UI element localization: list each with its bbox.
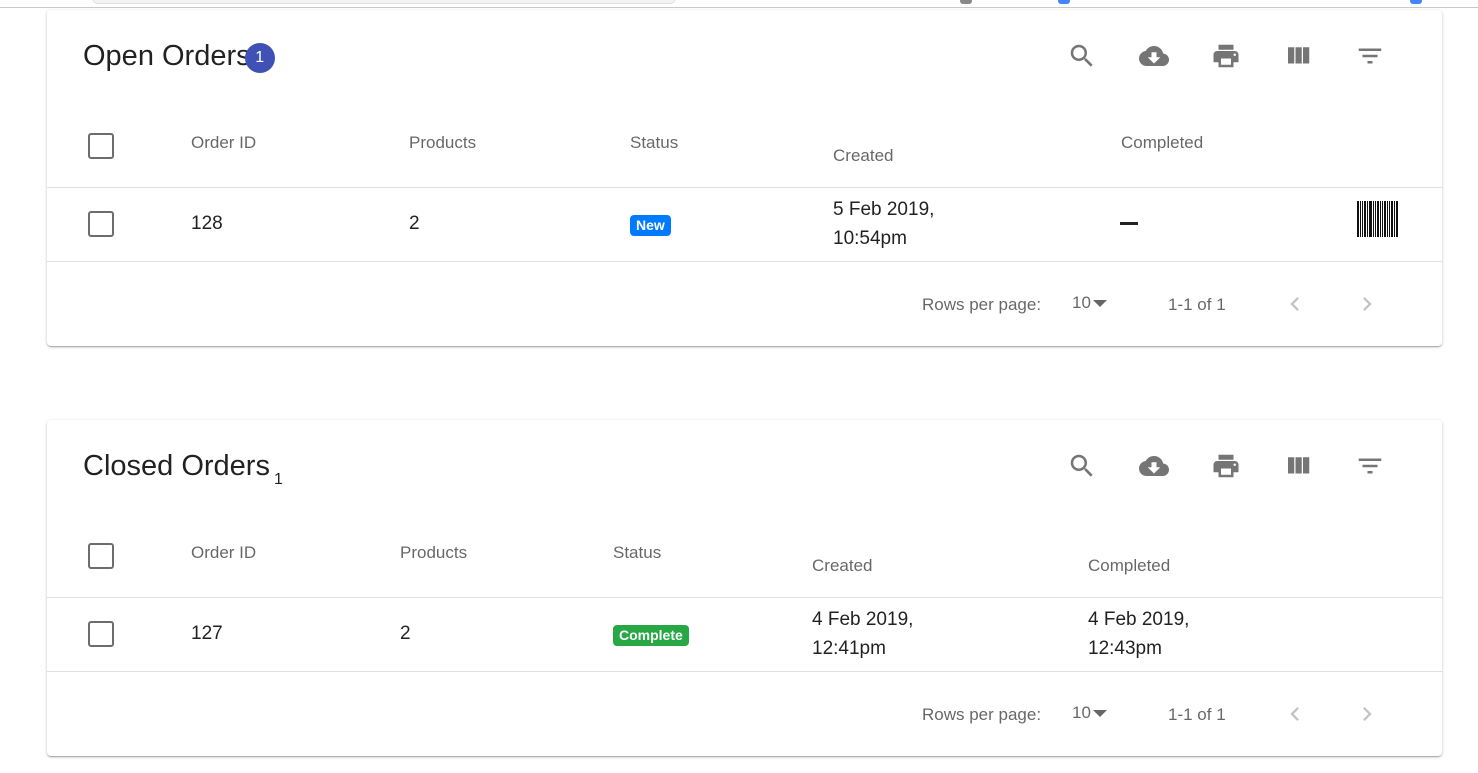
completed-date: 4 Feb 2019, xyxy=(1088,609,1190,630)
table-pagination: Rows per page: 10 1-1 of 1 xyxy=(47,262,1442,346)
chevron-right-icon xyxy=(1363,707,1372,721)
status-badge: Complete xyxy=(613,625,689,646)
view-columns-button[interactable] xyxy=(1274,446,1322,486)
column-header-completed[interactable]: Completed xyxy=(1121,133,1203,153)
row-checkbox[interactable] xyxy=(88,621,114,647)
card-title-text: Closed Orders xyxy=(83,450,270,482)
cloud-download-icon xyxy=(1139,46,1169,66)
pagination-range: 1-1 of 1 xyxy=(1168,705,1226,724)
rows-per-page-select[interactable]: 10 xyxy=(1072,703,1107,723)
created-cell: 4 Feb 2019, 12:41pm xyxy=(812,605,913,663)
order-id-cell: 127 xyxy=(191,623,223,644)
table-pagination: Rows per page: 10 1-1 of 1 xyxy=(47,672,1442,756)
pagination-range: 1-1 of 1 xyxy=(1168,295,1226,314)
table-header: Order ID Products Status Created Complet… xyxy=(47,100,1442,188)
open-orders-title: Open Orders 1 xyxy=(83,38,275,74)
row-checkbox[interactable] xyxy=(88,211,114,237)
status-badge: New xyxy=(630,215,671,236)
rows-per-page-value: 10 xyxy=(1072,703,1091,722)
table-toolbar xyxy=(1034,36,1394,76)
column-header-completed[interactable]: Completed xyxy=(1088,556,1170,576)
column-header-status[interactable]: Status xyxy=(630,133,678,153)
rows-per-page-value: 10 xyxy=(1072,293,1091,312)
view-column-icon xyxy=(1288,47,1310,64)
products-cell: 2 xyxy=(400,623,411,644)
column-header-order-id[interactable]: Order ID xyxy=(191,543,256,563)
barcode-icon[interactable] xyxy=(1357,201,1399,237)
closed-orders-card: Closed Orders 1 Order ID Products Status… xyxy=(47,420,1442,756)
completed-time: 12:43pm xyxy=(1088,638,1162,659)
search-button[interactable] xyxy=(1058,446,1106,486)
next-page-button[interactable] xyxy=(1353,290,1381,318)
search-button[interactable] xyxy=(1058,36,1106,76)
filter-list-icon xyxy=(1358,48,1382,64)
order-count-badge: 1 xyxy=(244,43,275,73)
rows-per-page-label: Rows per page: xyxy=(922,295,1042,314)
column-header-status[interactable]: Status xyxy=(613,543,661,563)
filter-list-icon xyxy=(1358,458,1382,474)
toolbar-tick xyxy=(960,0,972,4)
toolbar-tick xyxy=(1410,0,1422,4)
table-row[interactable]: 127 2 Complete 4 Feb 2019, 12:41pm 4 Feb… xyxy=(47,598,1442,672)
rows-per-page-label: Rows per page: xyxy=(922,705,1042,724)
closed-orders-title: Closed Orders 1 xyxy=(83,448,283,498)
products-cell: 2 xyxy=(409,213,420,234)
print-button[interactable] xyxy=(1202,446,1250,486)
chevron-left-icon xyxy=(1290,297,1299,311)
table-row[interactable]: 128 2 New 5 Feb 2019, 10:54pm xyxy=(47,188,1442,262)
table-header: Order ID Products Status Created Complet… xyxy=(47,510,1442,598)
card-title-text: Open Orders xyxy=(83,40,251,72)
order-count: 1 xyxy=(273,471,283,488)
print-icon xyxy=(1213,454,1239,478)
download-csv-button[interactable] xyxy=(1130,446,1178,486)
column-header-products[interactable]: Products xyxy=(400,543,467,563)
created-time: 10:54pm xyxy=(833,228,907,249)
cloud-download-icon xyxy=(1139,456,1169,476)
table-toolbar xyxy=(1034,446,1394,486)
column-header-created[interactable]: Created xyxy=(833,146,893,166)
dropdown-arrow-icon xyxy=(1092,299,1107,307)
view-column-icon xyxy=(1288,457,1310,474)
top-strip xyxy=(0,0,1478,8)
download-csv-button[interactable] xyxy=(1130,36,1178,76)
completed-cell: 4 Feb 2019, 12:43pm xyxy=(1088,605,1189,663)
created-date: 5 Feb 2019, xyxy=(833,199,935,220)
rows-per-page-select[interactable]: 10 xyxy=(1072,293,1107,313)
next-page-button[interactable] xyxy=(1353,700,1381,728)
column-header-products[interactable]: Products xyxy=(409,133,476,153)
search-icon xyxy=(1070,44,1093,67)
created-date: 4 Feb 2019, xyxy=(812,609,914,630)
previous-page-button[interactable] xyxy=(1281,700,1309,728)
view-columns-button[interactable] xyxy=(1274,36,1322,76)
column-header-created[interactable]: Created xyxy=(812,556,872,576)
order-id-cell: 128 xyxy=(191,213,223,234)
previous-page-button[interactable] xyxy=(1281,290,1309,318)
filter-button[interactable] xyxy=(1346,36,1394,76)
completed-empty-dash xyxy=(1120,222,1138,225)
select-all-checkbox[interactable] xyxy=(88,133,114,159)
filter-button[interactable] xyxy=(1346,446,1394,486)
dropdown-arrow-icon xyxy=(1092,709,1107,717)
created-time: 12:41pm xyxy=(812,638,886,659)
created-cell: 5 Feb 2019, 10:54pm xyxy=(833,195,934,253)
chevron-right-icon xyxy=(1363,297,1372,311)
open-orders-card: Open Orders 1 Order ID Products Status C… xyxy=(47,10,1442,346)
address-bar-edge xyxy=(92,0,676,4)
print-icon xyxy=(1213,44,1239,68)
select-all-checkbox[interactable] xyxy=(88,543,114,569)
column-header-order-id[interactable]: Order ID xyxy=(191,133,256,153)
toolbar-tick xyxy=(1058,0,1070,4)
search-icon xyxy=(1070,454,1093,477)
print-button[interactable] xyxy=(1202,36,1250,76)
chevron-left-icon xyxy=(1290,707,1299,721)
